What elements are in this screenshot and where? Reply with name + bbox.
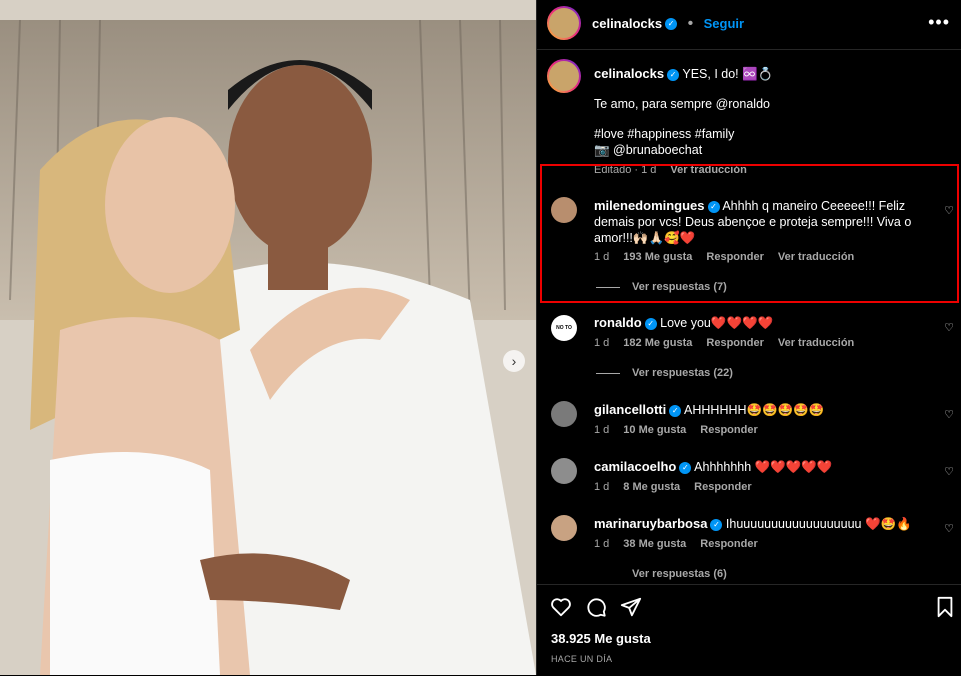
comment-time: 1 d — [594, 481, 610, 493]
heart-icon[interactable] — [550, 596, 572, 618]
verified-icon: ✓ — [665, 17, 678, 30]
comment-avatar[interactable] — [551, 458, 577, 484]
verified-icon: ✓ — [667, 68, 680, 81]
reply-button[interactable]: Responder — [700, 538, 757, 550]
post-actions: 38.925 Me gusta HACE UN DÍA — [537, 584, 961, 676]
comment-likes[interactable]: 8 Me gusta — [623, 481, 680, 493]
comment-text: Ihuuuuuuuuuuuuuuuuuu ❤️🤩🔥 — [725, 517, 912, 531]
comment-likes[interactable]: 10 Me gusta — [623, 424, 686, 436]
more-horizontal-icon[interactable]: ••• — [928, 12, 950, 33]
post-timestamp: HACE UN DÍA — [551, 654, 613, 664]
caption-avatar[interactable] — [547, 59, 581, 93]
translate-link[interactable]: Ver traducción — [778, 337, 854, 349]
comment-username[interactable]: marinaruybarbosa — [594, 516, 707, 531]
comment-text: AHHHHHH🤩🤩🤩🤩🤩 — [684, 403, 825, 417]
comment-time: 1 d — [594, 424, 610, 436]
share-icon[interactable] — [620, 596, 642, 618]
comment-meta: 1 d 182 Me gusta Responder Ver traducción — [594, 337, 868, 349]
caption-username[interactable]: celinalocks — [594, 66, 664, 81]
heart-outline-icon[interactable]: ♡ — [944, 321, 954, 334]
separator-dot: • — [687, 15, 694, 32]
reply-button[interactable]: Responder — [694, 481, 751, 493]
comment-meta: 1 d 10 Me gusta Responder — [594, 424, 772, 436]
couple-photo-illustration — [0, 0, 536, 675]
comment-time: 1 d — [594, 538, 610, 550]
comment-time: 1 d — [594, 337, 610, 349]
reply-button[interactable]: Responder — [700, 424, 757, 436]
comment-text-block: marinaruybarbosa ✓ Ihuuuuuuuuuuuuuuuuuu ❤… — [594, 516, 929, 532]
post-likes[interactable]: 38.925 Me gusta — [551, 631, 651, 646]
heart-outline-icon[interactable]: ♡ — [944, 465, 954, 478]
verified-icon: ✓ — [710, 518, 723, 531]
post-sidebar: celinalocks ✓ • Seguir ••• celinalocks ✓ Y… — [536, 0, 961, 675]
comment-avatar[interactable]: NO TO — [551, 315, 577, 341]
comment-text-block: gilancellotti ✓ AHHHHHH🤩🤩🤩🤩🤩 — [594, 402, 929, 418]
next-image-button[interactable]: › — [503, 350, 525, 372]
verified-icon: ✓ — [644, 317, 657, 330]
caption-text: YES, I do! ♾️💍 — [682, 67, 774, 81]
comment-icon[interactable] — [585, 596, 607, 618]
comment-avatar[interactable] — [551, 515, 577, 541]
author-username[interactable]: celinalocks — [592, 16, 662, 31]
comment-username[interactable]: gilancellotti — [594, 402, 666, 417]
follow-button[interactable]: Seguir — [704, 16, 744, 31]
comment-meta: 1 d 38 Me gusta Responder — [594, 538, 772, 550]
comment-username[interactable]: ronaldo — [594, 315, 642, 330]
comment-username[interactable]: camilacoelho — [594, 459, 676, 474]
verified-icon: ✓ — [669, 404, 682, 417]
author-avatar[interactable] — [547, 6, 581, 40]
reply-button[interactable]: Responder — [706, 337, 763, 349]
post-header: celinalocks ✓ • Seguir ••• — [537, 0, 961, 50]
caption-hashtags: #love #happiness #family — [594, 127, 735, 141]
comment-avatar[interactable] — [551, 401, 577, 427]
comment-text: Love you❤️❤️❤️❤️ — [660, 316, 774, 330]
post-photo: › — [0, 0, 536, 675]
heart-outline-icon[interactable]: ♡ — [944, 522, 954, 535]
verified-icon: ✓ — [679, 461, 692, 474]
caption-line-2: Te amo, para sempre @ronaldo — [594, 97, 770, 111]
caption-credit: 📷 @brunaboechat — [594, 143, 703, 157]
view-replies-button[interactable]: Ver respuestas (6) — [632, 568, 727, 582]
comment-text-block: camilacoelho ✓ Ahhhhhhh ❤️❤️❤️❤️❤️ — [594, 459, 929, 475]
caption-line-1: celinalocks ✓ YES, I do! ♾️💍 — [594, 66, 773, 82]
highlight-box — [540, 164, 959, 303]
comment-likes[interactable]: 182 Me gusta — [623, 337, 692, 349]
heart-outline-icon[interactable]: ♡ — [944, 408, 954, 421]
comment-meta: 1 d 8 Me gusta Responder — [594, 481, 766, 493]
comment-text: Ahhhhhhh ❤️❤️❤️❤️❤️ — [694, 460, 833, 474]
view-replies-button[interactable]: Ver respuestas (22) — [632, 367, 733, 379]
comment-likes[interactable]: 38 Me gusta — [623, 538, 686, 550]
bookmark-icon[interactable] — [935, 596, 955, 618]
chevron-right-icon: › — [511, 353, 517, 369]
comment-text-block: ronaldo ✓ Love you❤️❤️❤️❤️ — [594, 315, 929, 331]
